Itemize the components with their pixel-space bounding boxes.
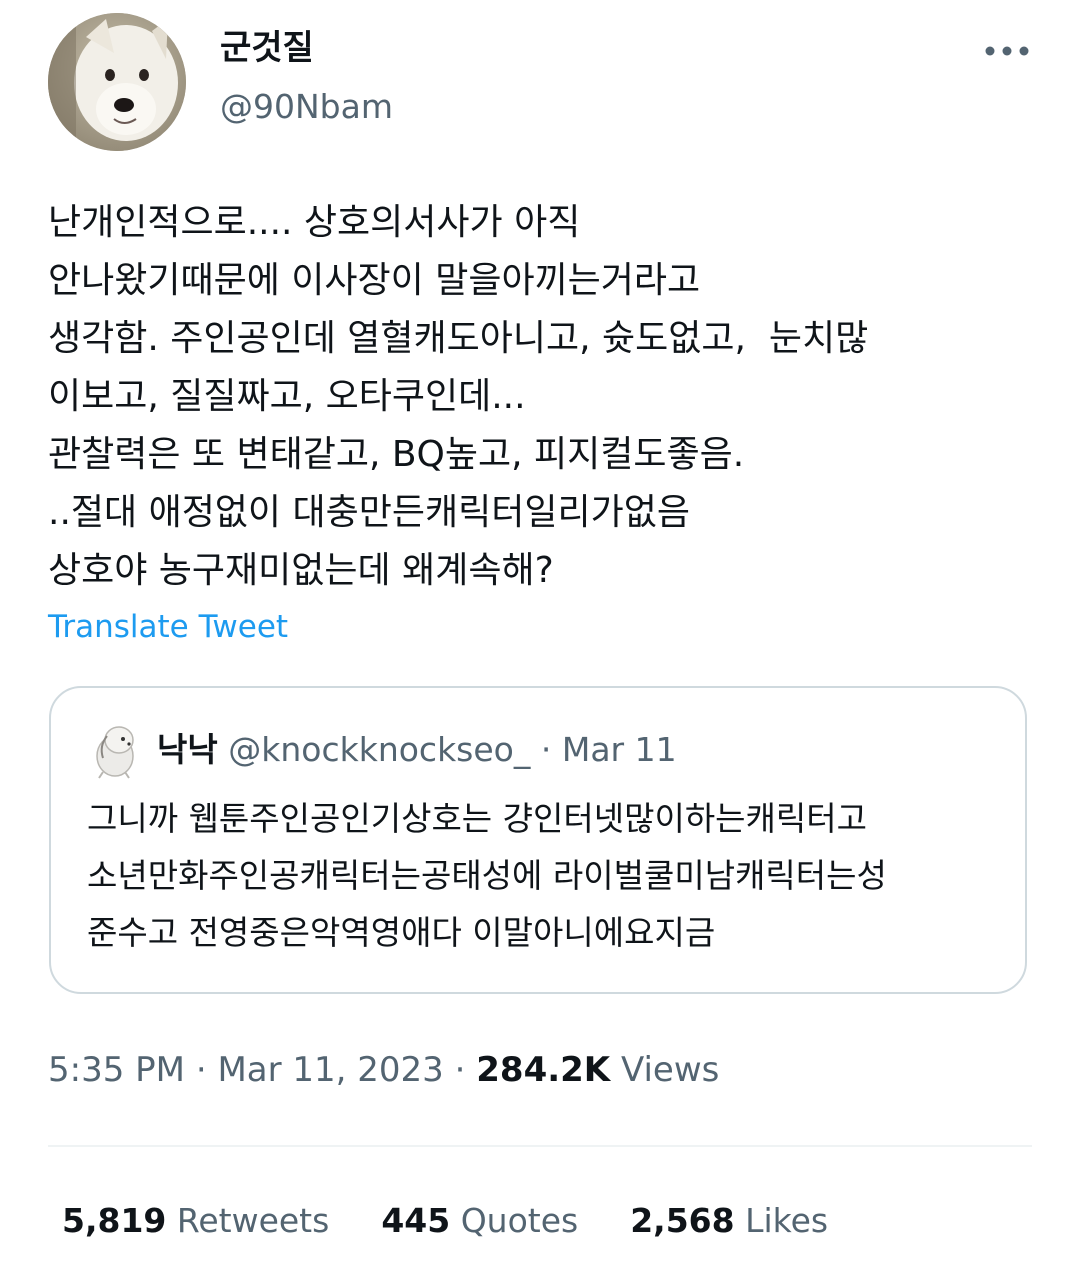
retweets-count: 5,819: [62, 1201, 167, 1240]
more-options-icon: [985, 46, 1029, 56]
engagement-stats: 5,819 Retweets 445 Quotes 2,568 Likes: [62, 1197, 828, 1245]
author-avatar[interactable]: [48, 13, 186, 151]
quoted-tweet-card[interactable]: 낙낙 @knockknockseo_ · Mar 11 그니까 웹툰주인공인기상…: [49, 686, 1027, 994]
quoted-tweet-text: 그니까 웹툰주인공인기상호는 걍인터넷많이하는캐릭터고 소년만화주인공캐릭터는공…: [87, 799, 887, 952]
quotes-count: 445: [381, 1201, 451, 1240]
views-count: 284.2K: [476, 1050, 611, 1090]
translate-tweet-link[interactable]: Translate Tweet: [48, 605, 288, 649]
quoted-separator: ·: [540, 730, 552, 769]
quoted-author-name[interactable]: 낙낙: [157, 730, 218, 769]
retweets-label: Retweets: [176, 1201, 330, 1240]
divider: [48, 1145, 1032, 1147]
quotes-label: Quotes: [460, 1201, 579, 1240]
views-label: Views: [620, 1050, 720, 1090]
retweets-stat[interactable]: 5,819 Retweets: [62, 1197, 329, 1245]
author-handle[interactable]: @90Nbam: [220, 84, 393, 130]
white-puppy-avatar-icon: [96, 726, 134, 779]
quoted-tweet-header: 낙낙 @knockknockseo_ · Mar 11: [157, 726, 677, 774]
meta-separator: ·: [454, 1050, 466, 1090]
tweet-time[interactable]: 5:35 PM: [48, 1050, 185, 1090]
likes-count: 2,568: [630, 1201, 735, 1240]
tweet-text: 난개인적으로.... 상호의서사가 아직 안나왔기때문에 이사장이 말을아끼는거…: [48, 202, 869, 591]
white-dog-avatar-icon: [48, 13, 186, 151]
more-options-button[interactable]: [980, 32, 1034, 70]
quoted-date[interactable]: Mar 11: [562, 730, 677, 769]
tweet-meta: 5:35 PM · Mar 11, 2023 · 284.2K Views: [48, 1046, 719, 1094]
likes-stat[interactable]: 2,568 Likes: [630, 1197, 828, 1245]
quoted-author-handle[interactable]: @knockknockseo_: [228, 730, 530, 769]
likes-label: Likes: [745, 1201, 829, 1240]
author-display-name[interactable]: 군것질: [220, 24, 314, 72]
tweet-date[interactable]: Mar 11, 2023: [217, 1050, 443, 1090]
meta-separator: ·: [195, 1050, 207, 1090]
quotes-stat[interactable]: 445 Quotes: [381, 1197, 578, 1245]
